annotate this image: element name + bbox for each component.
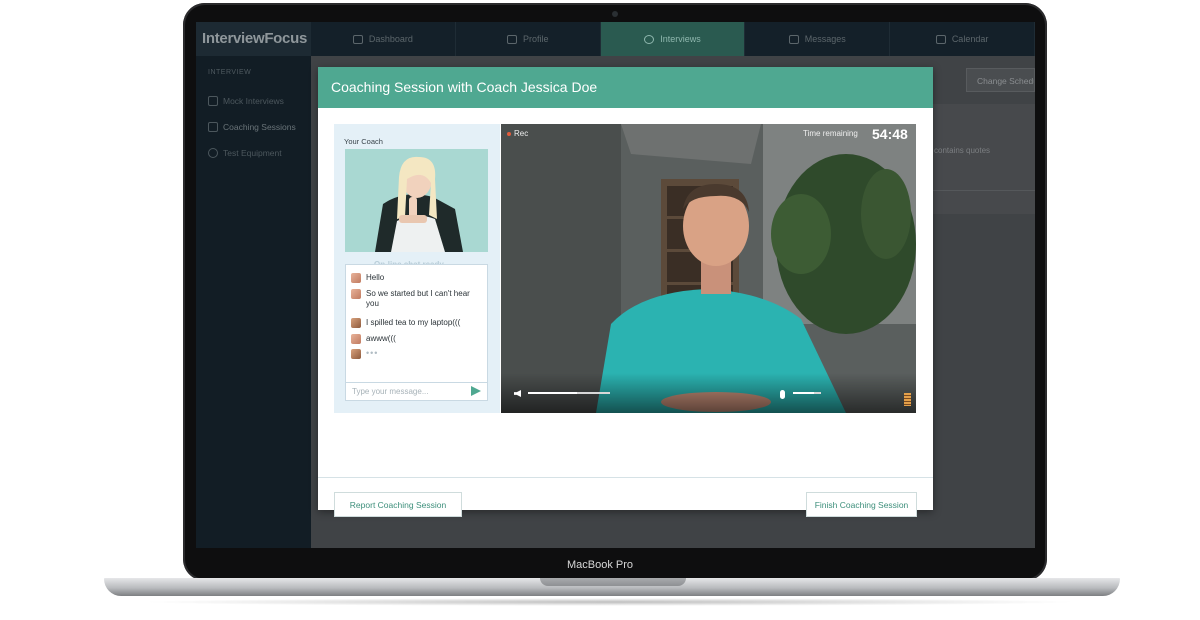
time-remaining-value: 54:48	[872, 126, 908, 142]
rec-label: Rec	[514, 129, 529, 138]
nav-label: Profile	[522, 34, 549, 44]
sidebar-section-title: INTERVIEW	[208, 69, 252, 76]
volume-slider-fill	[528, 392, 578, 394]
device-brand-label: MacBook Pro	[566, 559, 634, 571]
document-icon	[208, 96, 218, 106]
coach-label: Your Coach	[344, 137, 383, 146]
microphone-icon[interactable]	[780, 390, 785, 399]
volume-slider[interactable]	[528, 392, 610, 394]
laptop-notch	[540, 578, 686, 586]
send-icon[interactable]	[471, 386, 481, 396]
coach-photo	[345, 149, 488, 252]
messages-icon	[788, 34, 799, 44]
background-snippet: contains quotes	[934, 146, 991, 155]
laptop-shadow	[140, 598, 1080, 606]
nav-label: Interviews	[660, 34, 701, 44]
sidebar: INTERVIEW Mock Interviews Coaching Sessi…	[196, 56, 311, 548]
background-panel	[933, 104, 1035, 214]
sidebar-item-test-equipment[interactable]: Test Equipment	[208, 145, 282, 161]
sidebar-item-label: Test Equipment	[223, 148, 282, 158]
nav-label: Dashboard	[368, 34, 413, 44]
nav-dashboard[interactable]: Dashboard	[311, 22, 456, 56]
chat-message: awww(((	[351, 334, 483, 344]
nav-label: Calendar	[951, 34, 989, 44]
chat-window: Hello So we started but I can't hear you…	[345, 264, 488, 401]
coaching-icon	[208, 122, 218, 132]
nav-label: Messages	[804, 34, 846, 44]
dashboard-icon	[352, 34, 363, 44]
top-nav: Dashboard Profile Interviews Messages Ca…	[311, 22, 1035, 56]
recording-indicator: Rec	[507, 129, 528, 138]
app-logo[interactable]: InterviewFocus	[196, 22, 311, 56]
avatar	[351, 349, 361, 359]
microphone-slider-fill	[793, 392, 814, 394]
nav-messages[interactable]: Messages	[745, 22, 891, 56]
nav-profile[interactable]: Profile	[456, 22, 601, 56]
avatar	[351, 334, 361, 344]
chat-message: So we started but I can't hear you	[351, 289, 483, 309]
coaching-session-modal: Coaching Session with Coach Jessica Doe …	[318, 67, 933, 517]
laptop-screen: InterviewFocus Dashboard Profile Intervi…	[196, 22, 1035, 548]
chat-message-text: Hello	[366, 273, 385, 282]
microphone-slider[interactable]	[793, 392, 821, 394]
finish-session-button[interactable]: Finish Coaching Session	[806, 492, 917, 517]
rec-dot-icon	[507, 131, 511, 136]
chat-message: I spilled tea to my laptop(((	[351, 318, 483, 328]
sidebar-item-label: Coaching Sessions	[223, 122, 296, 132]
chat-message-text: awww(((	[366, 334, 396, 343]
avatar	[351, 289, 361, 299]
interviews-icon	[644, 34, 655, 44]
avatar	[351, 318, 361, 328]
nav-interviews[interactable]: Interviews	[600, 22, 746, 56]
coach-portrait	[345, 149, 488, 252]
audio-level-meter-icon	[904, 393, 911, 406]
typing-dots: •••	[366, 348, 379, 358]
sidebar-item-label: Mock Interviews	[223, 96, 284, 106]
webcam-icon	[208, 148, 218, 158]
coach-panel: Your Coach On-line chat ready Hello	[334, 124, 500, 413]
sidebar-item-mock-interviews[interactable]: Mock Interviews	[208, 93, 284, 109]
chat-message: Hello	[351, 273, 483, 283]
chat-message-input[interactable]: Type your message...	[346, 382, 487, 400]
modal-title: Coaching Session with Coach Jessica Doe	[318, 67, 933, 108]
chat-typing-indicator: •••	[351, 349, 483, 359]
video-feed: Rec Time remaining 54:48	[501, 124, 916, 413]
sidebar-item-coaching-sessions[interactable]: Coaching Sessions	[208, 119, 296, 135]
report-session-button[interactable]: Report Coaching Session	[334, 492, 462, 517]
chat-message-text: I spilled tea to my laptop(((	[366, 318, 461, 327]
video-scene	[501, 124, 916, 413]
chat-message-text: So we started but I can't hear you	[366, 289, 470, 308]
divider	[933, 190, 1035, 191]
profile-icon	[506, 34, 517, 44]
modal-divider	[318, 477, 933, 478]
nav-calendar[interactable]: Calendar	[890, 22, 1035, 56]
webcam-dot	[612, 11, 618, 17]
change-schedule-button[interactable]: Change Schedule	[966, 68, 1035, 92]
time-remaining-label: Time remaining	[803, 129, 858, 138]
calendar-icon	[935, 34, 946, 44]
avatar	[351, 273, 361, 283]
